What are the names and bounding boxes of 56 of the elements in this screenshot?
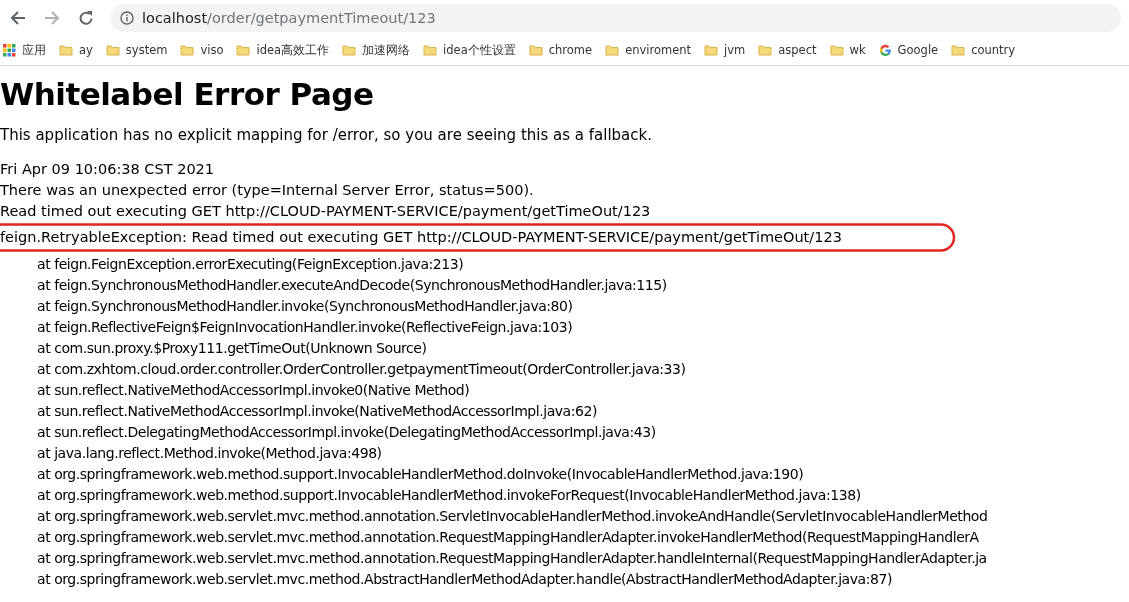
bookmark-item[interactable]: enviroment <box>605 43 692 57</box>
apps-grid-icon <box>3 43 16 57</box>
bookmark-item[interactable]: country <box>951 43 1016 57</box>
forward-arrow-icon <box>44 9 60 26</box>
error-line: There was an unexpected error (type=Internal Server Error, status=500). <box>0 181 534 200</box>
error-line: feign.RetryableException: Read timed out executing GET http://CLOUD-PAYMENT-SERVICE/payment/getTimeOut/123 <box>0 227 842 248</box>
stack-trace-line: at org.springframework.web.servlet.mvc.method.annotation.ServletInvocableHandlerMethod.invokeAndHandle(ServletInvocableHandlerMethod <box>36 507 988 526</box>
folder-icon <box>423 43 438 57</box>
error-line: Fri Apr 09 10:06:38 CST 2021 <box>0 160 215 179</box>
bookmark-item[interactable]: idea个性设置 <box>423 42 516 58</box>
bookmark-item[interactable]: viso <box>180 43 224 57</box>
intro-text: This application has no explicit mapping for /error, so you are seeing this as a fallback. <box>0 126 653 144</box>
bookmark-item[interactable]: chrome <box>528 43 593 57</box>
folder-icon <box>704 43 719 57</box>
stack-trace-line: at com.sun.proxy.$Proxy111.getTimeOut(Unknown Source) <box>36 339 427 358</box>
stack-trace-line: at java.lang.reflect.Method.invoke(Method.java:498) <box>36 444 382 463</box>
bookmark-item[interactable]: wk <box>829 43 866 57</box>
folder-icon <box>105 43 120 57</box>
stack-trace-line: at org.springframework.web.servlet.mvc.method.annotation.RequestMappingHandlerAdapter.invokeHandlerMethod(RequestMappingHandlerA <box>36 528 979 547</box>
stack-trace-line: at org.springframework.web.servlet.mvc.method.annotation.RequestMappingHandlerAdapter.handleInternal(RequestMappingHandlerAdapter.ja <box>36 549 987 568</box>
bookmark-item[interactable]: aspect <box>758 43 817 57</box>
stack-trace-line: at sun.reflect.NativeMethodAccessorImpl.invoke(NativeMethodAccessorImpl.java:62) <box>36 402 597 421</box>
bookmark-item[interactable]: 加速网络 <box>342 42 411 58</box>
folder-icon <box>951 43 966 57</box>
error-line: Read timed out executing GET http://CLOUD-PAYMENT-SERVICE/payment/getTimeOut/123 <box>0 202 651 221</box>
stack-trace-line: at feign.FeignException.errorExecuting(FeignException.java:213) <box>36 255 464 274</box>
stack-trace-line: at org.springframework.web.method.support.InvocableHandlerMethod.doInvoke(InvocableHandlerMethod.java:190) <box>36 465 804 484</box>
bookmark-item[interactable]: ay <box>59 43 93 57</box>
stack-trace-line: at feign.SynchronousMethodHandler.executeAndDecode(SynchronousMethodHandler.java:115) <box>36 276 667 295</box>
address-bar[interactable]: localhost/order/getpaymentTimeout/123 <box>110 3 1121 32</box>
folder-icon <box>180 43 195 57</box>
bookmark-item[interactable]: idea高效工作 <box>236 42 330 58</box>
stack-trace-line: at sun.reflect.DelegatingMethodAccessorImpl.invoke(DelegatingMethodAccessorImpl.java:43) <box>36 423 656 442</box>
bookmark-item[interactable]: 应用 <box>3 42 46 58</box>
page-title: Whitelabel Error Page <box>0 76 375 112</box>
info-icon <box>120 10 134 25</box>
folder-icon <box>829 43 844 57</box>
stack-trace-line: at org.springframework.web.method.support.InvocableHandlerMethod.invokeForRequest(InvocableHandlerMethod.java:138) <box>36 486 861 505</box>
folder-icon <box>236 43 251 57</box>
folder-icon <box>342 43 357 57</box>
stack-trace-line: at feign.SynchronousMethodHandler.invoke(SynchronousMethodHandler.java:80) <box>36 297 573 316</box>
folder-icon <box>605 43 620 57</box>
google-logo-icon <box>878 43 892 57</box>
stack-trace-line: at sun.reflect.NativeMethodAccessorImpl.invoke0(Native Method) <box>36 381 470 400</box>
bookmark-item[interactable]: system <box>105 43 168 57</box>
url-text: localhost/order/getpaymentTimeout/123 <box>142 9 436 26</box>
bookmark-item[interactable]: jvm <box>704 43 746 57</box>
stack-trace-line: at org.springframework.web.servlet.mvc.method.AbstractHandlerMethodAdapter.handle(AbstractHandlerMethodAdapter.java:87) <box>36 570 892 589</box>
bookmark-item[interactable]: Google <box>878 43 939 57</box>
stack-trace-line: at com.zxhtom.cloud.order.controller.OrderController.getpaymentTimeout(OrderController.java:33) <box>36 360 686 379</box>
stack-trace-line: at feign.ReflectiveFeign$FeignInvocationHandler.invoke(ReflectiveFeign.java:103) <box>36 318 573 337</box>
reload-icon <box>78 9 94 26</box>
folder-icon <box>758 43 773 57</box>
folder-icon <box>59 43 73 57</box>
folder-icon <box>528 43 543 57</box>
back-arrow-icon <box>10 9 26 26</box>
